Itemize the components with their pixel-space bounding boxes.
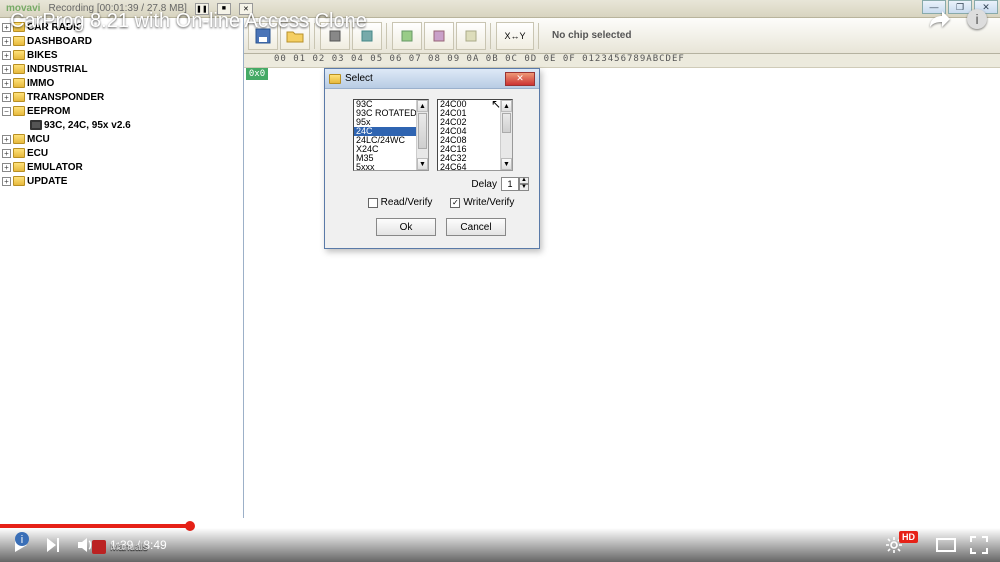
hd-badge: HD — [899, 531, 918, 543]
tree-item-emulator[interactable]: +EMULATOR — [0, 160, 243, 174]
settings-button[interactable]: HD — [885, 536, 922, 554]
folder-icon — [13, 78, 25, 88]
delay-spin-down[interactable]: ▼ — [519, 184, 529, 191]
fullscreen-button[interactable] — [970, 536, 988, 554]
dialog-title: Select — [345, 73, 373, 84]
delay-input[interactable] — [501, 177, 519, 191]
folder-icon — [13, 134, 25, 144]
tree-item-bikes[interactable]: +BIKES — [0, 48, 243, 62]
folder-icon — [13, 92, 25, 102]
delay-label: Delay — [471, 179, 497, 190]
hex-header: 00 01 02 03 04 05 06 07 08 09 0A 0B 0C 0… — [244, 54, 1000, 68]
theater-button[interactable] — [936, 538, 956, 552]
toolbar-xy-button[interactable]: X↔Y — [496, 22, 534, 50]
delay-spin-up[interactable]: ▲ — [519, 177, 529, 184]
svg-text:i: i — [975, 11, 978, 27]
sidebar-tree[interactable]: +CAR RADIO +DASHBOARD +BIKES +INDUSTRIAL… — [0, 18, 244, 518]
folder-icon — [13, 176, 25, 186]
cancel-button[interactable]: Cancel — [446, 218, 506, 236]
scroll-up-button[interactable]: ▲ — [501, 100, 512, 112]
pdf-icon[interactable] — [92, 540, 106, 554]
tree-item-immo[interactable]: +IMMO — [0, 76, 243, 90]
tree-item-industrial[interactable]: +INDUSTRIAL — [0, 62, 243, 76]
video-controls: 1:39 / 8:49 HD — [0, 528, 1000, 562]
select-dialog: Select ✕ 93C93C ROTATED95x24C24LC/24WCX2… — [324, 68, 540, 249]
scroll-down-button[interactable]: ▼ — [417, 158, 428, 170]
folder-icon — [13, 36, 25, 46]
tree-item-mcu[interactable]: +MCU — [0, 132, 243, 146]
tree-item-ecu[interactable]: +ECU — [0, 146, 243, 160]
scroll-up-button[interactable]: ▲ — [417, 100, 428, 112]
scroll-down-button[interactable]: ▼ — [501, 158, 512, 170]
next-button[interactable] — [44, 536, 62, 554]
folder-icon — [329, 74, 341, 84]
tree-item-eeprom[interactable]: −EEPROM — [0, 104, 243, 118]
ok-button[interactable]: Ok — [376, 218, 436, 236]
folder-icon — [13, 64, 25, 74]
tree-item-transponder[interactable]: +TRANSPONDER — [0, 90, 243, 104]
variant-listbox[interactable]: 24C0024C0124C0224C0424C0824C1624C3224C64… — [437, 99, 513, 171]
taskbar-fragment: Manuals — [92, 540, 148, 554]
svg-text:i: i — [21, 534, 23, 546]
tree-item-eeprom-child[interactable]: 93C, 24C, 95x v2.6 — [0, 118, 243, 132]
folder-icon — [13, 148, 25, 158]
hex-row-offset: 0x0 — [246, 68, 268, 80]
video-title: CarProg 8.21 with On-line Access Clone — [10, 6, 367, 36]
dialog-close-button[interactable]: ✕ — [505, 72, 535, 86]
scroll-thumb[interactable] — [502, 113, 511, 133]
folder-icon — [13, 50, 25, 60]
tree-item-dashboard[interactable]: +DASHBOARD — [0, 34, 243, 48]
dialog-titlebar[interactable]: Select ✕ — [325, 69, 539, 89]
scroll-thumb[interactable] — [418, 113, 427, 149]
write-verify-checkbox[interactable]: ✓Write/Verify — [450, 197, 514, 208]
toolbar-chip-5-button[interactable] — [456, 22, 486, 50]
toolbar-chip-3-button[interactable] — [392, 22, 422, 50]
read-verify-checkbox[interactable]: Read/Verify — [368, 197, 433, 208]
info-icon[interactable]: i — [966, 8, 988, 30]
toolbar-chip-4-button[interactable] — [424, 22, 454, 50]
info-taskbar-icon[interactable]: i — [14, 531, 30, 552]
tree-item-update[interactable]: +UPDATE — [0, 174, 243, 188]
folder-icon — [13, 162, 25, 172]
family-listbox[interactable]: 93C93C ROTATED95x24C24LC/24WCX24CM355xxx… — [353, 99, 429, 171]
folder-icon — [13, 106, 25, 116]
no-chip-label: No chip selected — [552, 30, 631, 41]
chip-icon — [30, 120, 42, 130]
share-icon[interactable] — [928, 9, 952, 29]
